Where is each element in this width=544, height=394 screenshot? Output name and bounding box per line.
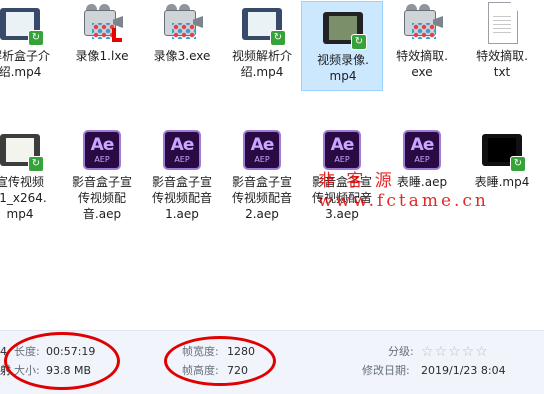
file-name: 录像3.exe: [153, 49, 211, 63]
video-thumbnail-icon: ↻: [0, 128, 44, 174]
file-item[interactable]: Ae AEP 影音盒子宣 传视频配音 2.aep: [221, 124, 303, 221]
file-name: 录像1.lxe: [75, 49, 129, 63]
file-item[interactable]: ↻ 解析盒子介 绍.mp4: [0, 0, 61, 88]
file-pane[interactable]: ↻ 解析盒子介 绍.mp4 录像1.lxe 录像3.exe ↻ 视频解析介 绍.…: [0, 0, 544, 330]
file-name: 视频录像. mp4: [317, 53, 369, 83]
file-name: 解析盒子介 绍.mp4: [0, 49, 50, 79]
after-effects-icon: Ae AEP: [160, 128, 204, 174]
file-item[interactable]: Ae AEP 影音盒子宣 传视频配 音.aep: [61, 124, 143, 221]
annotation-circle: [4, 332, 120, 390]
camera-icon: [160, 2, 204, 48]
rating-stars[interactable]: ☆☆☆☆☆: [421, 345, 489, 359]
after-effects-icon: Ae AEP: [240, 128, 284, 174]
video-thumbnail-icon: ↻: [0, 2, 44, 48]
file-name: 影音盒子宣 传视频配音 2.aep: [231, 175, 292, 221]
file-item[interactable]: 录像1.lxe: [61, 0, 143, 88]
file-name: 影音盒子宣 传视频配 音.aep: [71, 175, 132, 221]
file-item[interactable]: ↻ 视频解析介 绍.mp4: [221, 0, 303, 88]
after-effects-icon: Ae AEP: [80, 128, 124, 174]
rating-label: 分级:: [388, 345, 414, 358]
file-item[interactable]: 特效摘取. exe: [381, 0, 463, 88]
annotation-circle: [164, 336, 276, 386]
modified-value: 2019/1/23 8:04: [421, 364, 506, 377]
camera-icon: [400, 2, 444, 48]
video-thumbnail-icon: ↻: [240, 2, 286, 48]
camera-icon: [80, 2, 124, 48]
modified-label: 修改日期:: [362, 364, 410, 377]
file-name: 特效摘取. exe: [396, 49, 448, 79]
file-item-selected[interactable]: ↻ 视频录像. mp4: [301, 1, 383, 91]
file-name: 特效摘取. txt: [476, 49, 528, 79]
file-item[interactable]: ↻ 宣传视频 _1_x264. mp4: [0, 124, 61, 221]
file-name: 影音盒子宣 传视频配音 1.aep: [151, 175, 212, 221]
file-name: 视频解析介 绍.mp4: [231, 49, 292, 79]
file-item[interactable]: 特效摘取. txt: [461, 0, 543, 88]
video-thumbnail-icon: ↻: [321, 6, 367, 52]
watermark: 非 客 源 www.fctame.cn: [318, 171, 489, 211]
file-item[interactable]: 录像3.exe: [141, 0, 223, 88]
text-document-icon: [480, 2, 524, 48]
file-name: 宣传视频 _1_x264. mp4: [0, 175, 47, 221]
file-item[interactable]: Ae AEP 影音盒子宣 传视频配音 1.aep: [141, 124, 223, 221]
